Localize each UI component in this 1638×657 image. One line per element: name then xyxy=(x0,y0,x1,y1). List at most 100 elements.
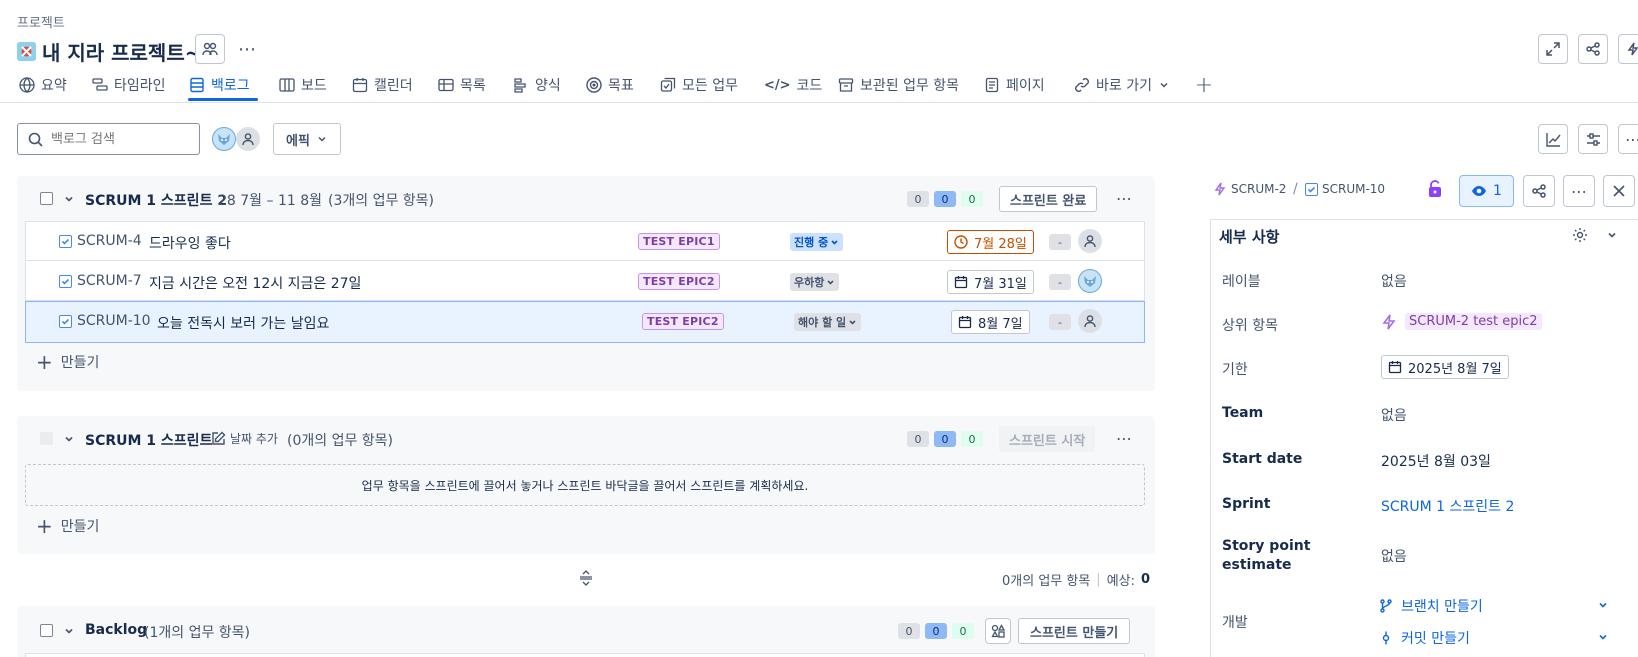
chevron-down-icon[interactable] xyxy=(1597,599,1609,611)
drag-handle-icon[interactable] xyxy=(578,570,594,586)
create-issue-button[interactable]: + 만들기 xyxy=(36,516,99,536)
details-section-title[interactable]: 세부 사항 xyxy=(1219,226,1279,247)
due-date-badge[interactable]: 8월 7일 xyxy=(951,310,1030,334)
automation-button[interactable] xyxy=(1618,34,1638,64)
tab-all-work[interactable]: 모든 업무 xyxy=(660,70,738,100)
story-points[interactable]: - xyxy=(1049,274,1071,290)
sprint-more-icon[interactable]: ⋯ xyxy=(1112,426,1136,450)
tab-calendar[interactable]: 캘린더 xyxy=(352,70,413,100)
status-dropdown[interactable]: 진행 중 xyxy=(790,233,844,251)
chevron-down-icon[interactable] xyxy=(63,625,75,637)
search-field[interactable] xyxy=(17,123,200,155)
issue-summary[interactable]: 오늘 전독시 보러 가는 날임요 xyxy=(157,313,329,333)
create-commit-link[interactable]: 커밋 만들기 xyxy=(1379,628,1470,648)
backlog-name[interactable]: Backlog xyxy=(85,622,147,638)
issue-key[interactable]: SCRUM-4 xyxy=(77,233,142,249)
sprint-more-icon[interactable]: ⋯ xyxy=(1112,186,1136,210)
issue-more-button[interactable]: ⋯ xyxy=(1563,175,1595,207)
parent-breadcrumb[interactable]: SCRUM-2 xyxy=(1213,182,1286,196)
shapes-icon xyxy=(991,624,1005,638)
issue-summary[interactable]: 지금 시간은 오전 12시 지금은 27일 xyxy=(149,273,361,293)
tab-timeline[interactable]: 타임라인 xyxy=(92,70,166,100)
share-issue-button[interactable] xyxy=(1523,175,1555,207)
chevron-down-icon[interactable] xyxy=(63,433,75,445)
field-label: Story point estimate xyxy=(1222,538,1311,573)
sprint-select-checkbox[interactable] xyxy=(40,192,53,205)
timeline-icon xyxy=(92,78,108,91)
chevron-down-icon[interactable] xyxy=(63,193,75,205)
insights-button[interactable] xyxy=(1538,124,1568,154)
close-panel-button[interactable] xyxy=(1603,175,1635,207)
issue-key[interactable]: SCRUM-7 xyxy=(77,273,142,289)
status-dropdown[interactable]: 우하항 xyxy=(790,273,840,291)
story-points-value[interactable]: 없음 xyxy=(1381,546,1407,566)
empty-sprint-dropzone[interactable]: 업무 항목을 스프린트에 끌어서 놓거나 스프린트 바닥글을 끌어서 스프린트를… xyxy=(25,464,1145,506)
fox-avatar-icon xyxy=(218,134,230,145)
chevron-down-icon[interactable] xyxy=(1606,229,1618,241)
tab-backlog[interactable]: 백로그 xyxy=(189,70,250,100)
unlock-icon[interactable] xyxy=(1427,180,1443,198)
add-dates-button[interactable]: 날짜 추가 xyxy=(211,430,278,447)
chevron-down-icon[interactable] xyxy=(1597,631,1609,643)
epic-badge[interactable]: TEST EPIC2 xyxy=(642,313,724,330)
tab-forms[interactable]: 양식 xyxy=(513,70,561,100)
status-dropdown[interactable]: 해야 할 일 xyxy=(794,313,862,331)
branch-icon xyxy=(1380,599,1392,613)
add-tab-button[interactable]: + xyxy=(1194,73,1214,98)
team-button[interactable] xyxy=(195,34,225,64)
complete-sprint-button[interactable]: 스프린트 완료 xyxy=(999,186,1098,212)
create-branch-link[interactable]: 브랜치 만들기 xyxy=(1379,596,1483,616)
assignee-avatar[interactable] xyxy=(1078,269,1102,293)
watch-button[interactable]: 1 xyxy=(1459,175,1514,207)
tab-goals[interactable]: 목표 xyxy=(586,70,634,100)
tab-summary[interactable]: 요약 xyxy=(19,70,67,100)
share-button[interactable] xyxy=(1578,34,1608,64)
breadcrumb[interactable]: 프로젝트 xyxy=(17,12,65,31)
tab-list[interactable]: 목록 xyxy=(438,70,486,100)
backlog-view-button[interactable] xyxy=(985,618,1011,644)
start-date-value[interactable]: 2025년 8월 03일 xyxy=(1381,451,1491,471)
sprint-name[interactable]: SCRUM 1 스프린트 2 xyxy=(85,190,227,210)
tab-label: 백로그 xyxy=(211,78,250,94)
more-icon[interactable]: ⋯ xyxy=(235,38,259,60)
share-icon xyxy=(1586,42,1600,56)
due-date-field[interactable]: 2025년 8월 7일 xyxy=(1381,355,1509,379)
tab-board[interactable]: 보드 xyxy=(279,70,327,100)
issue-breadcrumb[interactable]: SCRUM-10 xyxy=(1305,182,1385,196)
field-label: 레이블 xyxy=(1222,274,1261,290)
tab-code[interactable]: </> 코드 xyxy=(764,70,822,100)
story-points[interactable]: - xyxy=(1049,234,1071,250)
create-issue-button[interactable]: + 만들기 xyxy=(36,352,99,372)
epic-filter-button[interactable]: 에픽 xyxy=(273,123,341,155)
parent-epic-badge: SCRUM-2 test epic2 xyxy=(1405,313,1542,330)
epic-badge[interactable]: TEST EPIC2 xyxy=(638,273,720,290)
due-date-badge[interactable]: 7월 31일 xyxy=(947,270,1034,294)
due-date-badge[interactable]: 7월 28일 xyxy=(947,230,1034,254)
gear-icon[interactable] xyxy=(1572,227,1588,243)
backlog-select-checkbox[interactable] xyxy=(40,624,53,637)
team-value[interactable]: 없음 xyxy=(1381,405,1407,425)
start-sprint-button[interactable]: 스프린트 시작 xyxy=(999,426,1096,452)
tab-shortcuts[interactable]: 바로 가기 xyxy=(1074,70,1170,100)
avatar-fox-filter[interactable] xyxy=(212,127,236,151)
epic-badge[interactable]: TEST EPIC1 xyxy=(638,233,720,250)
tab-pages[interactable]: 페이지 xyxy=(984,70,1045,100)
issue-summary[interactable]: 드라우잉 좋다 xyxy=(149,233,231,253)
view-settings-button[interactable] xyxy=(1578,124,1608,154)
story-points[interactable]: - xyxy=(1049,314,1071,330)
toolbar-more-button[interactable]: ⋯ xyxy=(1618,124,1638,154)
parent-key: SCRUM-2 xyxy=(1231,182,1287,196)
avatar-user-filter[interactable] xyxy=(236,127,260,151)
parent-value[interactable]: SCRUM-2 test epic2 xyxy=(1381,313,1542,330)
issue-key[interactable]: SCRUM-10 xyxy=(77,313,151,329)
due-date: 2025년 8월 7일 xyxy=(1408,361,1502,377)
tab-archived[interactable]: 보관된 업무 항목 xyxy=(838,70,959,100)
assignee-avatar[interactable] xyxy=(1078,309,1102,333)
labels-value[interactable]: 없음 xyxy=(1381,271,1407,291)
assignee-avatar[interactable] xyxy=(1078,229,1102,253)
create-sprint-button[interactable]: 스프린트 만들기 xyxy=(1018,618,1131,644)
sprint-link[interactable]: SCRUM 1 스프린트 2 xyxy=(1381,496,1514,516)
sprint-name[interactable]: SCRUM 1 스프린트 xyxy=(85,430,212,450)
fullscreen-button[interactable] xyxy=(1538,34,1568,64)
search-input[interactable] xyxy=(51,131,191,147)
